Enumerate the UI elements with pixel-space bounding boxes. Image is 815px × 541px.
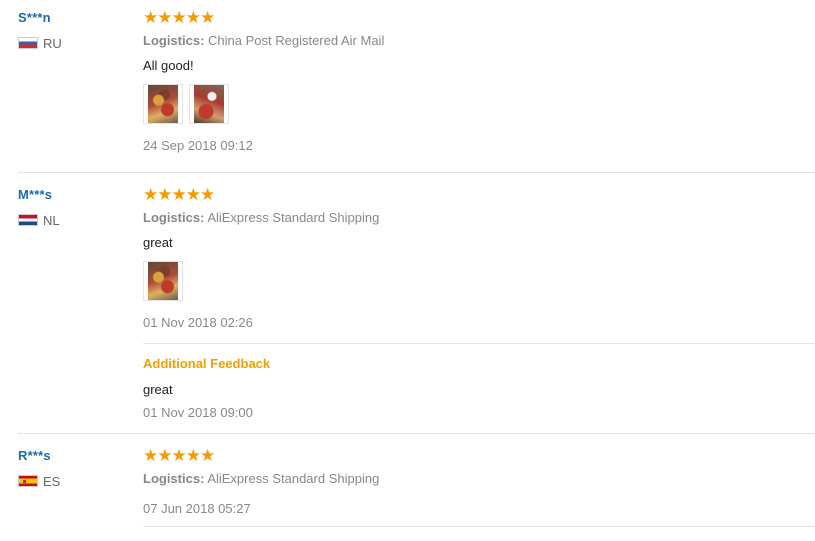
- review-photos: [143, 261, 815, 301]
- reviewer-info: R***s ES: [18, 448, 128, 489]
- review-date: 24 Sep 2018 09:12: [143, 138, 253, 153]
- logistics-value: China Post Registered Air Mail: [208, 33, 385, 48]
- review-content: ★★★★★ Logistics: AliExpress Standard Shi…: [143, 185, 815, 331]
- additional-feedback-date: 01 Nov 2018 09:00: [143, 405, 253, 420]
- review-date: 01 Nov 2018 02:26: [143, 315, 253, 330]
- spain-flag-icon: [18, 475, 38, 487]
- reviewer-name[interactable]: S***n: [18, 10, 128, 26]
- review-content: ★★★★★ Logistics: China Post Registered A…: [143, 8, 815, 154]
- logistics-label: Logistics:: [143, 210, 205, 225]
- food-photo-image: [148, 85, 178, 123]
- reviewer-country: RU: [18, 35, 128, 51]
- review-divider: [143, 526, 815, 527]
- reviewer-country: ES: [18, 473, 128, 489]
- logistics-label: Logistics:: [143, 471, 205, 486]
- feedback-text: All good!: [143, 58, 194, 73]
- star-rating: ★★★★★: [143, 185, 215, 204]
- logistics-label: Logistics:: [143, 33, 205, 48]
- country-code: NL: [43, 212, 60, 228]
- reviewer-name[interactable]: R***s: [18, 448, 128, 464]
- feedback-text: great: [143, 235, 173, 250]
- food-photo-image: [194, 85, 224, 123]
- logistics-info: Logistics: AliExpress Standard Shipping: [143, 471, 815, 487]
- logistics-value: AliExpress Standard Shipping: [207, 471, 380, 486]
- review-divider: [18, 172, 815, 173]
- food-photo-image: [148, 262, 178, 300]
- review-photo-thumbnail[interactable]: [143, 261, 183, 301]
- review-date: 07 Jun 2018 05:27: [143, 501, 251, 516]
- reviewer-country: NL: [18, 212, 128, 228]
- logistics-value: AliExpress Standard Shipping: [207, 210, 380, 225]
- star-rating: ★★★★★: [143, 446, 215, 465]
- country-code: ES: [43, 473, 61, 489]
- country-code: RU: [43, 35, 62, 51]
- star-rating: ★★★★★: [143, 8, 215, 27]
- review-photo-thumbnail[interactable]: [143, 84, 183, 124]
- additional-feedback-text: great: [143, 382, 173, 397]
- reviewer-info: S***n RU: [18, 10, 128, 51]
- reviewer-name[interactable]: M***s: [18, 187, 128, 203]
- review-divider: [18, 433, 815, 434]
- additional-feedback-title: Additional Feedback: [143, 356, 271, 371]
- review-content: ★★★★★ Logistics: AliExpress Standard Shi…: [143, 446, 815, 517]
- reviewer-info: M***s NL: [18, 187, 128, 228]
- review-photos: [143, 84, 815, 124]
- review-photo-thumbnail[interactable]: [189, 84, 229, 124]
- logistics-info: Logistics: China Post Registered Air Mai…: [143, 33, 815, 49]
- additional-feedback-divider: [143, 343, 815, 344]
- additional-feedback-content: Additional Feedback great 01 Nov 2018 09…: [143, 356, 815, 421]
- logistics-info: Logistics: AliExpress Standard Shipping: [143, 210, 815, 226]
- russia-flag-icon: [18, 37, 38, 49]
- netherlands-flag-icon: [18, 214, 38, 226]
